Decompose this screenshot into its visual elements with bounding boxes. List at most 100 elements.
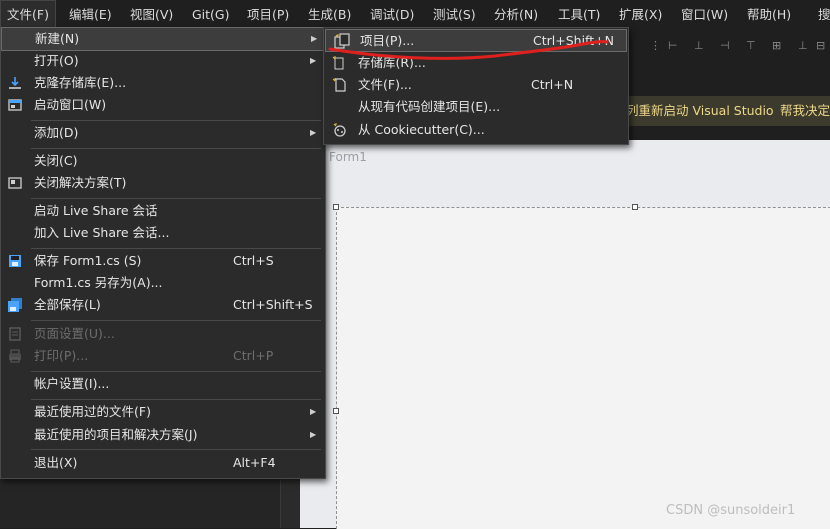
menu-item-open[interactable]: 打开(O) ▶ xyxy=(1,50,325,72)
menu-separator xyxy=(31,399,321,400)
submenu-arrow-icon: ▶ xyxy=(310,56,317,65)
menu-item-label: 文件(F)... xyxy=(358,77,412,92)
menu-extensions[interactable]: 扩展(X) xyxy=(613,0,668,29)
menu-item-label: 保存 Form1.cs (S) xyxy=(34,253,142,268)
menu-item-label: 关闭(C) xyxy=(34,153,78,168)
menu-item-label: 打印(P)... xyxy=(34,348,89,363)
menu-window[interactable]: 窗口(W) xyxy=(675,0,734,29)
new-submenu: 项目(P)... Ctrl+Shift+N 存储库(R)... 文件(F)...… xyxy=(323,27,629,145)
menu-item-label: 添加(D) xyxy=(34,125,79,140)
menu-file[interactable]: 文件(F) xyxy=(0,0,56,29)
menu-item-recent-files[interactable]: 最近使用过的文件(F) ▶ xyxy=(1,401,325,423)
submenu-item-cookiecutter[interactable]: 从 Cookiecutter(C)... xyxy=(324,119,628,141)
menu-item-close-solution[interactable]: 关闭解决方案(T) xyxy=(1,172,325,194)
download-icon xyxy=(9,77,21,89)
menu-search[interactable]: 搜 xyxy=(812,0,830,29)
menu-item-clone[interactable]: 克隆存储库(E)... xyxy=(1,72,325,94)
menu-help[interactable]: 帮助(H) xyxy=(741,0,797,29)
menu-project[interactable]: 项目(P) xyxy=(241,0,295,29)
menu-git[interactable]: Git(G) xyxy=(186,0,236,29)
menu-item-label: 全部保存(L) xyxy=(34,297,101,312)
menu-item-save-as[interactable]: Form1.cs 另存为(A)... xyxy=(1,272,325,294)
file-menu: 新建(N) ▶ 打开(O) ▶ 克隆存储库(E)... 启动窗口(W) 添加(D… xyxy=(0,27,326,479)
submenu-item-repository[interactable]: 存储库(R)... xyxy=(324,52,628,74)
menu-item-shortcut: Ctrl+S xyxy=(233,253,274,268)
menu-view[interactable]: 视图(V) xyxy=(124,0,179,29)
menu-item-start-window[interactable]: 启动窗口(W) xyxy=(1,94,325,116)
printer-icon xyxy=(9,349,21,363)
close-solution-icon xyxy=(8,177,22,189)
resize-handle-left[interactable] xyxy=(333,408,339,414)
menu-item-label: 启动 Live Share 会话 xyxy=(34,203,158,218)
menu-item-shortcut: Ctrl+P xyxy=(233,348,274,363)
menu-item-live-share-start[interactable]: 启动 Live Share 会话 xyxy=(1,200,325,222)
menu-separator xyxy=(31,320,321,321)
align-center-icon[interactable]: ⊥ xyxy=(694,39,704,52)
infobar-message: 列重新启动 Visual Studio xyxy=(626,103,774,118)
size-icon[interactable]: ⊟ xyxy=(816,39,825,52)
menu-item-shortcut: Ctrl+Shift+N xyxy=(533,33,614,48)
menu-item-label: 关闭解决方案(T) xyxy=(34,175,127,190)
layout-toolbar: ⋮ ⊢ ⊥ ⊣ ⊤ ⊞ ⊥ ⊟ xyxy=(628,31,830,61)
menu-debug[interactable]: 调试(D) xyxy=(364,0,420,29)
form-title: Form1 xyxy=(329,150,367,164)
submenu-arrow-icon: ▶ xyxy=(311,34,318,43)
menu-item-label: 克隆存储库(E)... xyxy=(34,75,127,90)
csdn-watermark: CSDN @sunsoldeir1 xyxy=(666,503,796,518)
resize-handle-top[interactable] xyxy=(632,204,638,210)
align-right-icon[interactable]: ⊣ xyxy=(720,39,730,52)
menu-item-save-all[interactable]: 全部保存(L) Ctrl+Shift+S xyxy=(1,294,325,316)
menu-item-shortcut: Alt+F4 xyxy=(233,455,276,470)
menu-item-live-share-join[interactable]: 加入 Live Share 会话... xyxy=(1,222,325,244)
infobar-help-link[interactable]: 帮我决定 xyxy=(780,96,830,126)
new-repository-icon xyxy=(332,56,344,70)
menu-item-add[interactable]: 添加(D) ▶ xyxy=(1,122,325,144)
align-bottom-icon[interactable]: ⊥ xyxy=(798,39,808,52)
new-file-icon xyxy=(332,78,346,92)
menu-item-recent-projects[interactable]: 最近使用的项目和解决方案(J) ▶ xyxy=(1,424,325,446)
menu-item-label: 新建(N) xyxy=(35,31,80,46)
menu-edit[interactable]: 编辑(E) xyxy=(63,0,118,29)
submenu-arrow-icon: ▶ xyxy=(310,128,317,137)
menu-item-page-setup[interactable]: 页面设置(U)... xyxy=(1,323,325,345)
menu-item-save[interactable]: 保存 Form1.cs (S) Ctrl+S xyxy=(1,250,325,272)
menu-separator xyxy=(31,371,321,372)
menu-item-new[interactable]: 新建(N) ▶ xyxy=(1,27,325,51)
menu-item-label: 项目(P)... xyxy=(360,33,415,48)
page-setup-icon xyxy=(9,327,21,341)
window-icon xyxy=(8,99,22,111)
menu-item-label: 存储库(R)... xyxy=(358,55,426,70)
menu-item-label: 从现有代码创建项目(E)... xyxy=(358,99,501,114)
menu-separator xyxy=(31,449,321,450)
menu-item-exit[interactable]: 退出(X) Alt+F4 xyxy=(1,452,325,474)
submenu-item-project[interactable]: 项目(P)... Ctrl+Shift+N xyxy=(325,29,627,52)
align-middle-icon[interactable]: ⊞ xyxy=(772,39,781,52)
menu-item-label: 打开(O) xyxy=(34,53,79,68)
menu-item-label: 最近使用过的文件(F) xyxy=(34,404,151,419)
align-icon[interactable]: ⋮ xyxy=(650,39,661,52)
menu-item-label: 最近使用的项目和解决方案(J) xyxy=(34,427,198,442)
menu-build[interactable]: 生成(B) xyxy=(302,0,357,29)
new-project-icon xyxy=(334,33,350,49)
menu-item-close[interactable]: 关闭(C) xyxy=(1,150,325,172)
menu-item-label: 从 Cookiecutter(C)... xyxy=(358,122,485,137)
resize-handle-top-left[interactable] xyxy=(333,204,339,210)
menu-separator xyxy=(31,198,321,199)
submenu-item-file[interactable]: 文件(F)... Ctrl+N xyxy=(324,74,628,96)
menu-tools[interactable]: 工具(T) xyxy=(552,0,606,29)
menu-analyze[interactable]: 分析(N) xyxy=(488,0,544,29)
save-icon xyxy=(9,255,21,267)
menu-separator xyxy=(31,120,321,121)
form-design-surface[interactable] xyxy=(336,207,830,529)
menu-item-print[interactable]: 打印(P)... Ctrl+P xyxy=(1,345,325,367)
submenu-item-from-existing[interactable]: 从现有代码创建项目(E)... xyxy=(324,96,628,118)
menu-item-shortcut: Ctrl+N xyxy=(531,77,574,92)
menu-test[interactable]: 测试(S) xyxy=(427,0,482,29)
menu-item-account[interactable]: 帐户设置(I)... xyxy=(1,373,325,395)
align-left-icon[interactable]: ⊢ xyxy=(668,39,678,52)
menu-item-label: 启动窗口(W) xyxy=(34,97,107,112)
menu-item-label: 加入 Live Share 会话... xyxy=(34,225,170,240)
menu-separator xyxy=(31,248,321,249)
menu-bar: 文件(F) 编辑(E) 视图(V) Git(G) 项目(P) 生成(B) 调试(… xyxy=(0,0,830,29)
align-top-icon[interactable]: ⊤ xyxy=(746,39,756,52)
